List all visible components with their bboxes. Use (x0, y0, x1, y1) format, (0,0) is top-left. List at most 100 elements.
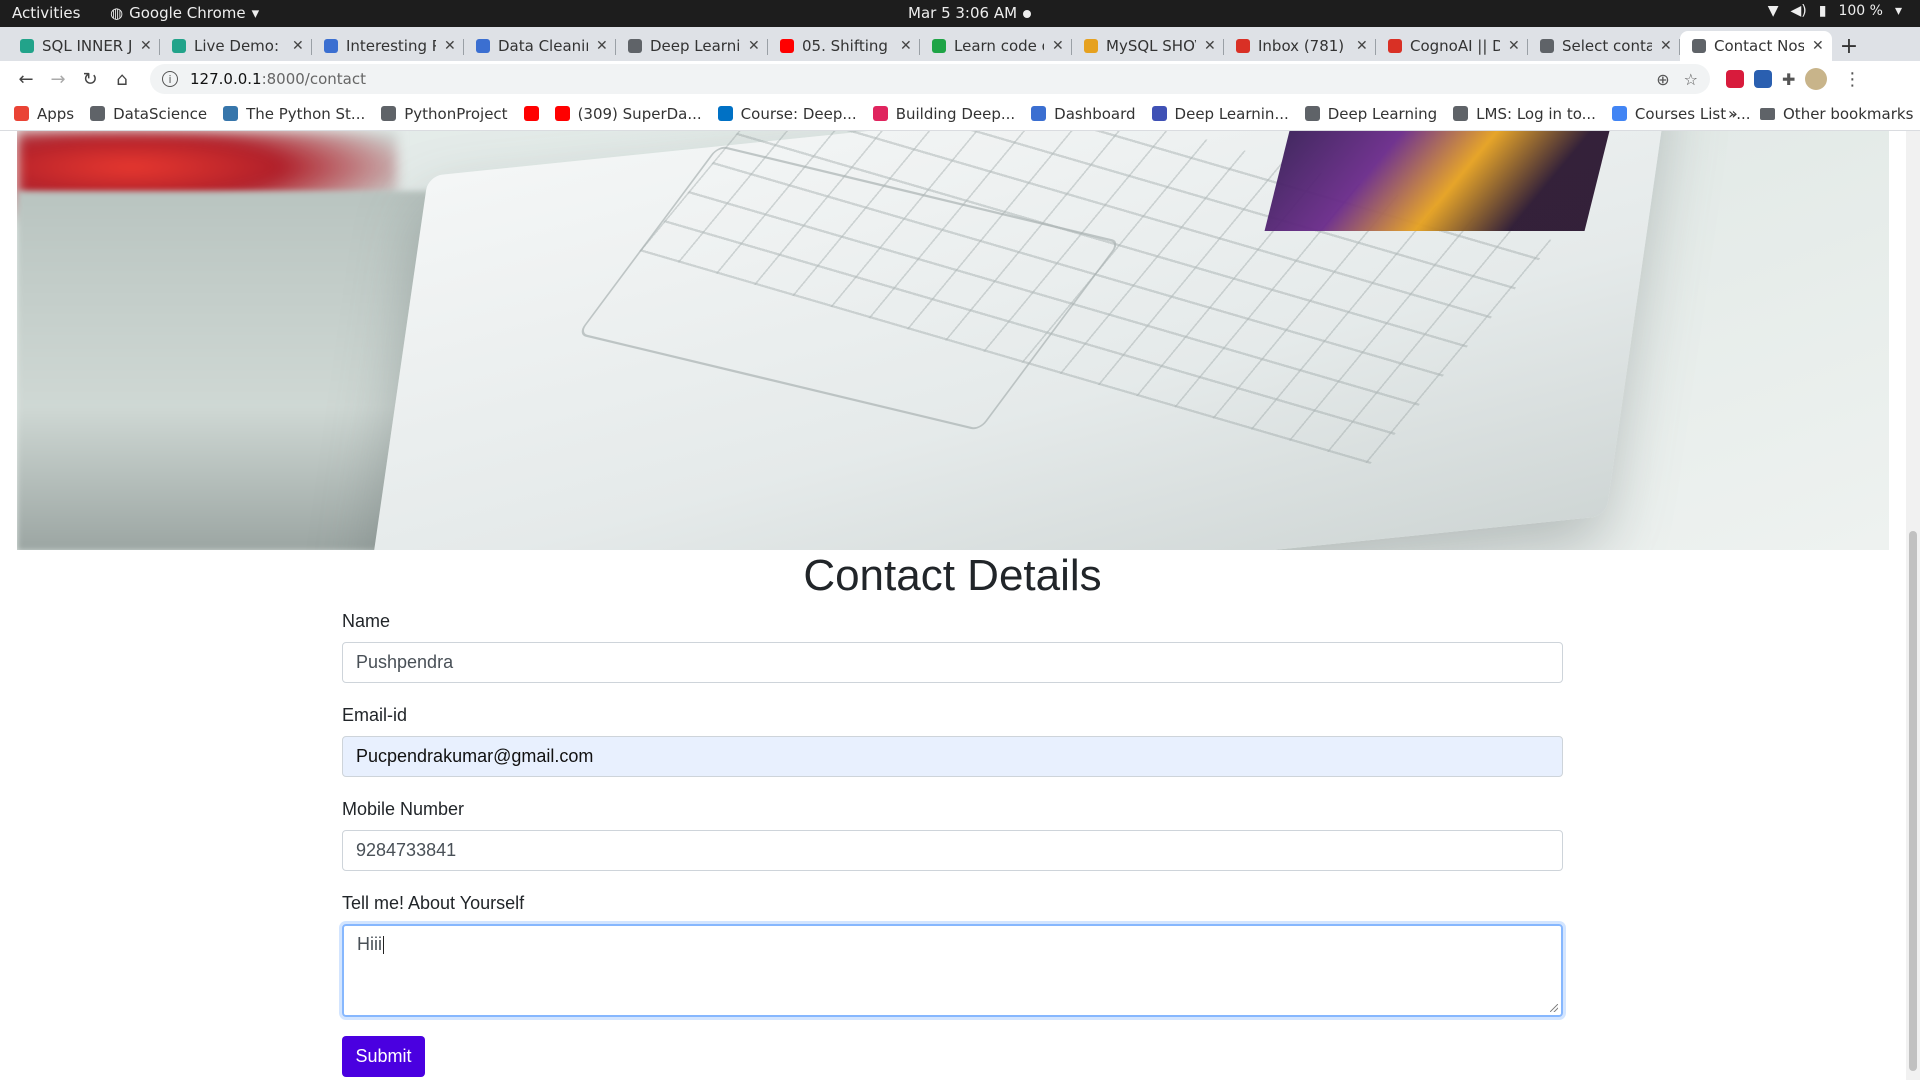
tab-close-icon[interactable]: ✕ (1052, 38, 1064, 54)
forward-icon[interactable]: → (42, 63, 74, 95)
bookmark-label: Building Deep... (895, 104, 1016, 123)
tab-6[interactable]: Learn code o ✕ (920, 31, 1072, 61)
address-bar[interactable]: i 127.0.0.1:8000/contact ⊕ ☆ (150, 64, 1710, 94)
zoom-icon[interactable]: ⊕ (1656, 70, 1669, 89)
puzzle-icon[interactable]: ✚ (1782, 70, 1795, 89)
tab-strip: SQL INNER J ✕ Live Demo: S ✕ Interesting P ✕ D… (0, 27, 1920, 61)
mobile-input[interactable]: 9284733841 (342, 830, 1563, 871)
battery-level: 100 % (1838, 3, 1883, 19)
tab-favicon-icon (324, 39, 338, 53)
tab-title: Deep Learnin (650, 37, 740, 55)
resize-grip-icon[interactable] (1550, 1004, 1558, 1012)
back-icon[interactable]: ← (10, 63, 42, 95)
tab-title: Live Demo: S (194, 37, 284, 55)
tab-favicon-icon (20, 39, 34, 53)
tab-close-icon[interactable]: ✕ (140, 38, 152, 54)
bookmark-label: Dashboard (1054, 104, 1136, 123)
bookmark-4[interactable] (523, 106, 539, 121)
email-input[interactable]: Pucpendrakumar@gmail.com (342, 736, 1563, 777)
bookmark-icon (523, 106, 539, 121)
tab-close-icon[interactable]: ✕ (596, 38, 608, 54)
scrollbar-thumb[interactable] (1909, 531, 1917, 1071)
tab-0[interactable]: SQL INNER J ✕ (8, 31, 160, 61)
bookmark-7[interactable]: Building Deep... (872, 104, 1016, 123)
tab-11[interactable]: Contact Nos ✕ (1680, 31, 1832, 61)
tab-title: Interesting P (346, 37, 436, 55)
browser-toolbar: ← → ↻ ⌂ i 127.0.0.1:8000/contact ⊕ ☆ ✚ ⋮ (0, 61, 1920, 97)
tab-title: Inbox (781) - (1258, 37, 1348, 55)
about-textarea[interactable]: Hiii (342, 924, 1563, 1017)
bookmark-11[interactable]: LMS: Log in to... (1453, 105, 1596, 123)
tab-4[interactable]: Deep Learnin ✕ (616, 31, 768, 61)
bookmark-6[interactable]: Course: Deep... (717, 105, 857, 123)
tab-close-icon[interactable]: ✕ (748, 38, 760, 54)
site-info-icon[interactable]: i (162, 71, 178, 87)
tab-10[interactable]: Select contac ✕ (1528, 31, 1680, 61)
bookmark-5[interactable]: (309) SuperDa... (554, 105, 702, 123)
bookmark-1[interactable]: DataScience (90, 105, 207, 123)
page-title: Contact Details (803, 551, 1102, 600)
system-tray[interactable]: ▼ ◀) ▮ 100 % ▾ (1768, 3, 1902, 19)
text-caret (383, 936, 384, 955)
bookmark-0[interactable]: Apps (14, 105, 74, 123)
app-menu[interactable]: ◍ Google Chrome ▾ (110, 4, 259, 22)
bookmark-10[interactable]: Deep Learning (1304, 105, 1437, 123)
tab-title: Select contac (1562, 37, 1652, 55)
bookmark-2[interactable]: The Python St... (223, 105, 365, 123)
tab-close-icon[interactable]: ✕ (444, 38, 456, 54)
bookmark-icon (90, 106, 106, 121)
app-name: Google Chrome (129, 4, 246, 22)
bookmark-label: Apps (37, 104, 75, 123)
tab-title: Contact Nos (1714, 37, 1804, 55)
name-input[interactable]: Pushpendra (342, 642, 1563, 683)
clock[interactable]: Mar 5 3:06 AM (908, 4, 1017, 22)
tab-close-icon[interactable]: ✕ (292, 38, 304, 54)
bookmark-8[interactable]: Dashboard (1031, 104, 1136, 123)
bookmark-icon (872, 106, 888, 121)
bookmark-label: LMS: Log in to... (1476, 104, 1596, 123)
bookmark-9[interactable]: Deep Learnin... (1151, 104, 1289, 123)
other-bookmarks[interactable]: Other bookmarks (1760, 105, 1913, 123)
bookmark-label: DataScience (113, 104, 208, 123)
bookmark-3[interactable]: PythonProject (381, 105, 508, 123)
extension-red-icon[interactable] (1726, 70, 1744, 88)
tab-favicon-icon (628, 39, 642, 53)
bookmark-icon (1611, 106, 1627, 121)
tab-close-icon[interactable]: ✕ (1812, 38, 1824, 54)
submit-button[interactable]: Submit (342, 1036, 425, 1077)
tab-3[interactable]: Data Cleanin ✕ (464, 31, 616, 61)
tab-1[interactable]: Live Demo: S ✕ (160, 31, 312, 61)
more-bookmarks-icon[interactable]: » (1728, 104, 1738, 123)
reload-icon[interactable]: ↻ (74, 63, 106, 95)
tab-2[interactable]: Interesting P ✕ (312, 31, 464, 61)
tab-8[interactable]: Inbox (781) - ✕ (1224, 31, 1376, 61)
tab-5[interactable]: 05. Shifting I ✕ (768, 31, 920, 61)
tab-title: Data Cleanin (498, 37, 588, 55)
tab-close-icon[interactable]: ✕ (1660, 38, 1672, 54)
tab-7[interactable]: MySQL SHOV ✕ (1072, 31, 1224, 61)
new-tab-button[interactable]: + (1832, 31, 1866, 61)
notification-dot-icon (1023, 10, 1031, 18)
tab-close-icon[interactable]: ✕ (1508, 38, 1520, 54)
tab-favicon-icon (1692, 39, 1706, 53)
bookmark-icon (1304, 106, 1320, 121)
system-top-bar: Activities ◍ Google Chrome ▾ Mar 5 3:06 … (0, 0, 1920, 27)
url-text[interactable]: 127.0.0.1:8000/contact (190, 70, 1642, 88)
extension-blue-icon[interactable] (1754, 70, 1772, 88)
bookmark-label: Deep Learnin... (1174, 104, 1289, 123)
tab-close-icon[interactable]: ✕ (1356, 38, 1368, 54)
menu-dots-icon[interactable]: ⋮ (1843, 69, 1861, 90)
tab-9[interactable]: CognoAI || D ✕ (1376, 31, 1528, 61)
home-icon[interactable]: ⌂ (106, 63, 138, 95)
activities-button[interactable]: Activities (12, 4, 80, 22)
tab-close-icon[interactable]: ✕ (1204, 38, 1216, 54)
bookmark-star-icon[interactable]: ☆ (1684, 70, 1698, 89)
chrome-icon: ◍ (110, 4, 124, 22)
tab-title: SQL INNER J (42, 37, 132, 55)
tab-close-icon[interactable]: ✕ (900, 38, 912, 54)
bookmark-icon (381, 106, 397, 121)
tab-favicon-icon (172, 39, 186, 53)
scrollbar[interactable] (1906, 131, 1920, 1080)
wifi-icon: ▼ (1767, 3, 1779, 19)
profile-avatar[interactable] (1805, 68, 1828, 90)
